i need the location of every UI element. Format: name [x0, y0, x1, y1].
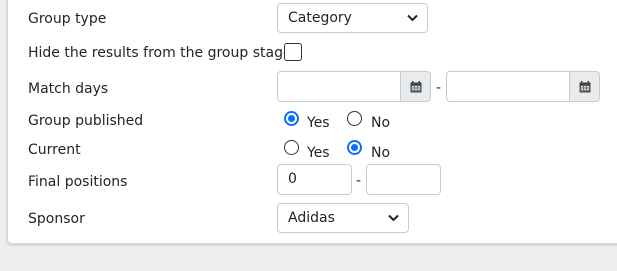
current-no-label: No: [371, 145, 391, 161]
current-label: Current: [28, 142, 81, 158]
sponsor-label: Sponsor: [28, 211, 85, 227]
current-yes-radio[interactable]: [284, 140, 299, 155]
final-positions-separator: -: [356, 173, 362, 189]
match-days-label: Match days: [28, 81, 109, 97]
sponsor-select[interactable]: Adidas: [277, 203, 409, 233]
final-positions-from-input[interactable]: 0: [277, 164, 352, 195]
hide-results-label: Hide the results from the group stage: [28, 45, 292, 61]
group-published-label: Group published: [28, 113, 144, 129]
match-days-to-calendar-button[interactable]: [570, 71, 600, 102]
group-published-no-radio[interactable]: [347, 111, 362, 126]
chevron-down-icon: [388, 214, 399, 222]
form-panel: Group type Category Hide the results fro…: [7, 0, 617, 244]
group-published-no-label: No: [371, 115, 391, 131]
calendar-icon: [410, 80, 421, 92]
match-days-from-calendar-button[interactable]: [401, 71, 431, 102]
group-type-value: Category: [288, 10, 352, 26]
final-positions-to-input[interactable]: [366, 164, 441, 195]
chevron-down-icon: [407, 14, 418, 22]
group-published-yes-label: Yes: [307, 115, 330, 131]
calendar-icon: [579, 80, 590, 92]
group-type-label: Group type: [28, 11, 107, 27]
current-no-radio[interactable]: [347, 140, 362, 155]
group-type-select[interactable]: Category: [277, 3, 428, 33]
group-published-yes-radio[interactable]: [284, 111, 299, 126]
match-days-separator: -: [436, 80, 442, 96]
sponsor-value: Adidas: [288, 210, 335, 226]
hide-results-checkbox[interactable]: [284, 43, 302, 61]
final-positions-label: Final positions: [28, 174, 128, 190]
current-yes-label: Yes: [307, 145, 330, 161]
match-days-to-input[interactable]: [446, 71, 570, 102]
match-days-from-input[interactable]: [277, 71, 401, 102]
